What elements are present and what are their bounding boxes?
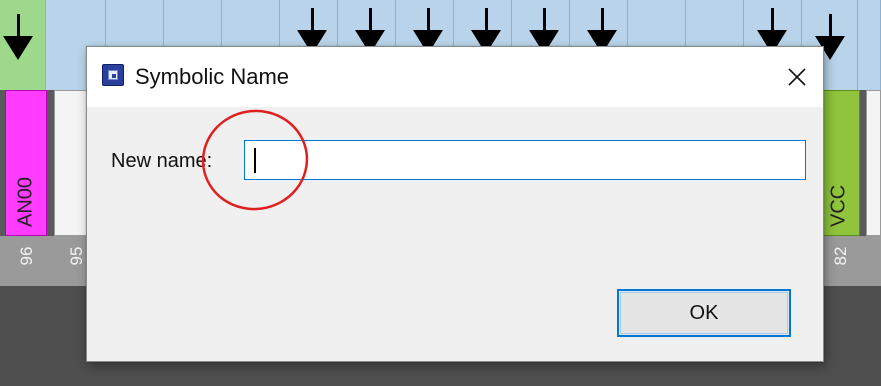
pin-vcc[interactable]: VCC: [818, 90, 860, 236]
text-caret: [254, 148, 256, 173]
pin-header-cell: [858, 0, 881, 90]
pin-number: 96: [17, 246, 36, 266]
pin-cell[interactable]: [866, 90, 881, 236]
close-icon: [788, 68, 806, 86]
pin-number: 82: [831, 246, 850, 266]
dialog-title: Symbolic Name: [135, 64, 290, 89]
ok-button[interactable]: OK: [617, 289, 791, 337]
chip-icon: [102, 64, 124, 86]
dialog-content: New name: OK: [87, 107, 823, 363]
new-name-input[interactable]: [244, 140, 806, 180]
dialog-titlebar[interactable]: Symbolic Name: [87, 47, 823, 107]
pin-label: AN00: [14, 176, 37, 227]
symbolic-name-dialog: Symbolic Name New name: OK: [86, 46, 824, 362]
pin-label: VCC: [827, 184, 850, 227]
close-button[interactable]: [771, 47, 823, 107]
pin-number: 95: [67, 246, 86, 266]
pin-an00[interactable]: AN00: [5, 90, 47, 236]
new-name-label: New name:: [111, 150, 213, 172]
